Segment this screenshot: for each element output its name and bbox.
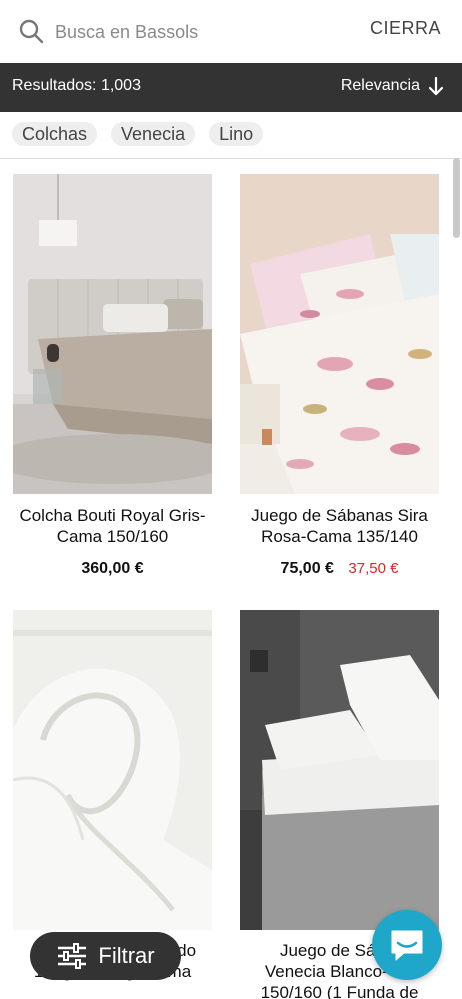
product-image[interactable] (240, 610, 439, 930)
product-image[interactable] (13, 610, 212, 930)
sale-price: 37,50 € (348, 560, 399, 577)
search-icon[interactable] (18, 18, 44, 44)
chip-lino[interactable]: Lino (209, 122, 264, 146)
search-bar: CIERRA (0, 0, 462, 63)
chat-bubble-icon (391, 930, 423, 961)
product-price: 360,00 € (13, 560, 212, 578)
results-bar: Resultados: 1,003 Relevancia (0, 63, 462, 112)
chat-button[interactable] (372, 910, 442, 980)
filter-button[interactable]: Filtrar (30, 932, 181, 980)
product-card[interactable]: ...do 125gr + 250gr-Cama (13, 610, 212, 982)
divider (0, 158, 462, 159)
price: 360,00 € (81, 560, 144, 577)
chip-colchas[interactable]: Colchas (12, 122, 98, 146)
product-name[interactable]: Colcha Bouti Royal Gris- Cama 150/160 (13, 505, 212, 547)
filter-chips: Colchas Venecia Lino (12, 122, 264, 146)
close-search-button[interactable]: CIERRA (370, 18, 441, 39)
arrow-down-icon (428, 76, 444, 96)
chip-venecia[interactable]: Venecia (111, 122, 196, 146)
product-card[interactable]: Juego de Sábanas Sira Rosa-Cama 135/140 … (240, 174, 439, 578)
sort-label: Relevancia (340, 77, 420, 94)
results-count: Resultados: 1,003 (12, 77, 141, 94)
product-price: 75,00 € 37,50 € (240, 560, 439, 578)
filter-label: Filtrar (98, 943, 155, 968)
sort-button[interactable]: Relevancia (341, 76, 444, 96)
scrollbar[interactable] (453, 158, 460, 238)
product-name[interactable]: Juego de Sábanas Sira Rosa-Cama 135/140 (240, 505, 439, 547)
original-price: 75,00 € (280, 560, 334, 577)
product-image[interactable] (240, 174, 439, 494)
product-card[interactable]: Colcha Bouti Royal Gris- Cama 150/160 36… (13, 174, 212, 578)
product-image[interactable] (13, 174, 212, 494)
sliders-icon (58, 943, 87, 969)
search-input[interactable] (55, 18, 325, 46)
